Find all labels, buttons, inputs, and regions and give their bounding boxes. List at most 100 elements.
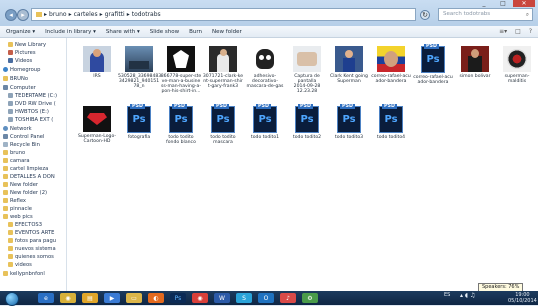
file-tile[interactable]: 3071721-clark-ke nt-superman-shir t-gary… <box>202 46 244 89</box>
sidebar-item-bruno[interactable]: BRUNo <box>3 75 28 82</box>
sidebar-item-new-library[interactable]: New Library <box>8 41 46 48</box>
navigation-pane: New Library Pictures Videos Homegroup BR… <box>0 38 67 291</box>
include-in-library-menu[interactable]: Include in library ▾ <box>45 29 96 35</box>
close-button[interactable]: ✕ <box>513 0 535 7</box>
slide-show-button[interactable]: Slide show <box>150 29 179 35</box>
sidebar-item-control-panel[interactable]: Control Panel <box>3 133 44 140</box>
clock-date: 05/10/2014 <box>508 298 537 304</box>
file-tile[interactable]: Superman-Logo- Cartoon-HD <box>76 106 118 144</box>
file-tile[interactable]: PSD Ps fotografia <box>118 104 160 140</box>
file-tile[interactable]: PSD Ps todo todito fondo blanco <box>160 104 202 145</box>
language-indicator[interactable]: ES <box>444 292 450 298</box>
file-tile[interactable]: PSD Ps correo-rafael-acu ador-bandera <box>412 44 454 85</box>
address-part[interactable]: carteles <box>74 11 98 18</box>
sidebar-item-toshiba[interactable]: TOSHIBA EXT ( <box>8 116 53 123</box>
skype-icon[interactable]: S <box>236 293 252 303</box>
folder-icon <box>8 222 13 227</box>
sidebar-item-quienes-somos[interactable]: quienes somos <box>8 253 54 260</box>
chrome2-icon[interactable]: ◉ <box>192 293 208 303</box>
organize-menu[interactable]: Organize ▾ <box>6 29 35 35</box>
minimize-button[interactable]: _ <box>475 0 493 7</box>
tray-icons[interactable]: ▴ ◖ ♫ <box>460 292 475 299</box>
file-tile[interactable]: PSD Ps todo todito2 <box>286 104 328 140</box>
photoshop-icon[interactable]: Ps <box>170 293 186 303</box>
media-icon[interactable]: ▶ <box>104 293 120 303</box>
sidebar-item-new-folder-2[interactable]: New folder (2) <box>3 189 47 196</box>
folder-icon[interactable]: ▭ <box>126 293 142 303</box>
forward-button[interactable]: ▸ <box>17 9 29 21</box>
help-icon[interactable]: ? <box>529 28 532 35</box>
music-icon[interactable]: ♪ <box>280 293 296 303</box>
preview-pane-icon[interactable]: □ <box>515 28 521 35</box>
file-name: correo-rafael-acu ador-bandera <box>413 75 453 85</box>
search-input[interactable]: Search todotrabs ⌕ <box>438 8 533 21</box>
sidebar-item-videos[interactable]: Videos <box>8 57 32 64</box>
address-part[interactable]: todotrabs <box>132 11 161 18</box>
file-tile[interactable]: 866778-super-ste ve-man-a-busine ss-man-… <box>160 46 202 94</box>
sidebar-item-new-folder[interactable]: New folder <box>3 181 38 188</box>
back-button[interactable]: ◂ <box>5 9 17 21</box>
start-orb[interactable] <box>5 292 19 306</box>
file-tile[interactable]: PSD Ps todo todito4 <box>370 104 412 140</box>
sidebar-item-homegroup[interactable]: Homegroup <box>3 66 40 73</box>
folder-icon <box>3 190 8 195</box>
sidebar-item-fotos-para-pagu[interactable]: fotos para pagu <box>8 237 56 244</box>
sidebar-item-efectos[interactable]: EFECTOS3 <box>8 221 42 228</box>
sidebar-item-pictures[interactable]: Pictures <box>8 49 36 56</box>
outlook-icon[interactable]: O <box>258 293 274 303</box>
sidebar-item-dvd[interactable]: DVD RW Drive ( <box>8 100 56 107</box>
sidebar-item-recycle-bin[interactable]: Recycle Bin <box>3 141 40 148</box>
sidebar-item-reflex[interactable]: Reflex <box>3 197 26 204</box>
file-tile[interactable]: adhesivo- decorativo- mascara-de-gas <box>244 46 286 89</box>
file-tile[interactable]: correo-rafael-acu ador-bandera <box>370 46 412 84</box>
sidebar-item-videos-folder[interactable]: videos <box>8 261 32 268</box>
address-part[interactable]: bruno <box>49 11 67 18</box>
address-part: ▸ <box>68 11 72 18</box>
file-tile[interactable]: IRS <box>76 46 118 79</box>
share-with-menu[interactable]: Share with ▾ <box>106 29 140 35</box>
sidebar-item-detalles[interactable]: DETALLES A DON <box>3 173 55 180</box>
ie-icon[interactable]: e <box>38 293 54 303</box>
firefox-icon[interactable]: ◐ <box>148 293 164 303</box>
address-part: ▸ <box>44 11 48 18</box>
address-part: ▸ <box>99 11 103 18</box>
sidebar-item-bruno-folder[interactable]: bruno <box>3 149 25 156</box>
sidebar-item-drive-c[interactable]: TEDERTAME (C:) <box>8 92 57 99</box>
sidebar-item-camara[interactable]: camara <box>3 157 30 164</box>
folder-icon <box>3 166 8 171</box>
file-tile[interactable]: simon bolivar <box>454 46 496 79</box>
file-tile[interactable]: PSD Ps todo todito3 <box>328 104 370 140</box>
file-tile[interactable]: Clark Kent going Superman <box>328 46 370 84</box>
address-part[interactable]: grafitti <box>105 11 125 18</box>
sidebar-item-network[interactable]: Network <box>3 125 32 132</box>
drive-icon <box>8 93 13 98</box>
file-tile[interactable]: 530528_33698483 3429821_940151 78_n <box>118 46 161 89</box>
file-tile[interactable]: superman- malditis <box>496 46 538 84</box>
sidebar-item-drive-e[interactable]: HWBTOS (E:) <box>8 108 49 115</box>
chrome-icon[interactable]: ◉ <box>60 293 76 303</box>
sidebar-item-pinnacle[interactable]: pinnacle <box>3 205 32 212</box>
address-bar[interactable]: ▸ bruno ▸ carteles ▸ grafitti ▸ todotrab… <box>31 8 416 21</box>
computer-icon <box>3 85 8 90</box>
folder-icon <box>3 214 8 219</box>
maximize-button[interactable]: □ <box>494 0 512 7</box>
sidebar-item-web-pics[interactable]: web pics <box>3 213 33 220</box>
file-tile[interactable]: PSD Ps todo todito mascara <box>202 104 244 145</box>
sidebar-item-kelly[interactable]: kellypnbnfonl <box>3 270 45 277</box>
settings-icon[interactable]: ⚙ <box>302 293 318 303</box>
burn-button[interactable]: Burn <box>189 29 202 35</box>
sidebar-item-eventos-arte[interactable]: EVENTOS ARTE <box>8 229 54 236</box>
sidebar-item-computer[interactable]: Computer <box>3 84 36 91</box>
explorer-icon[interactable]: ▤ <box>82 293 98 303</box>
view-options-icon[interactable]: ≡▾ <box>499 28 507 35</box>
file-name: todo todito2 <box>292 135 322 140</box>
file-name: adhesivo- decorativo- mascara-de-gas <box>246 74 284 89</box>
sidebar-item-cartel-limpieza[interactable]: cartel limpieza <box>3 165 48 172</box>
clock[interactable]: 19:00 05/10/2014 <box>508 292 537 304</box>
file-tile[interactable]: Captura de pantalla 2014-09-28 12.23.28 <box>286 46 328 94</box>
refresh-icon[interactable]: ↻ <box>420 10 430 20</box>
new-folder-button[interactable]: New folder <box>212 29 242 35</box>
sidebar-item-nuevos-sistema[interactable]: nuevos sistema <box>8 245 56 252</box>
word-icon[interactable]: W <box>214 293 230 303</box>
file-tile[interactable]: PSD Ps todo todito1 <box>244 104 286 140</box>
